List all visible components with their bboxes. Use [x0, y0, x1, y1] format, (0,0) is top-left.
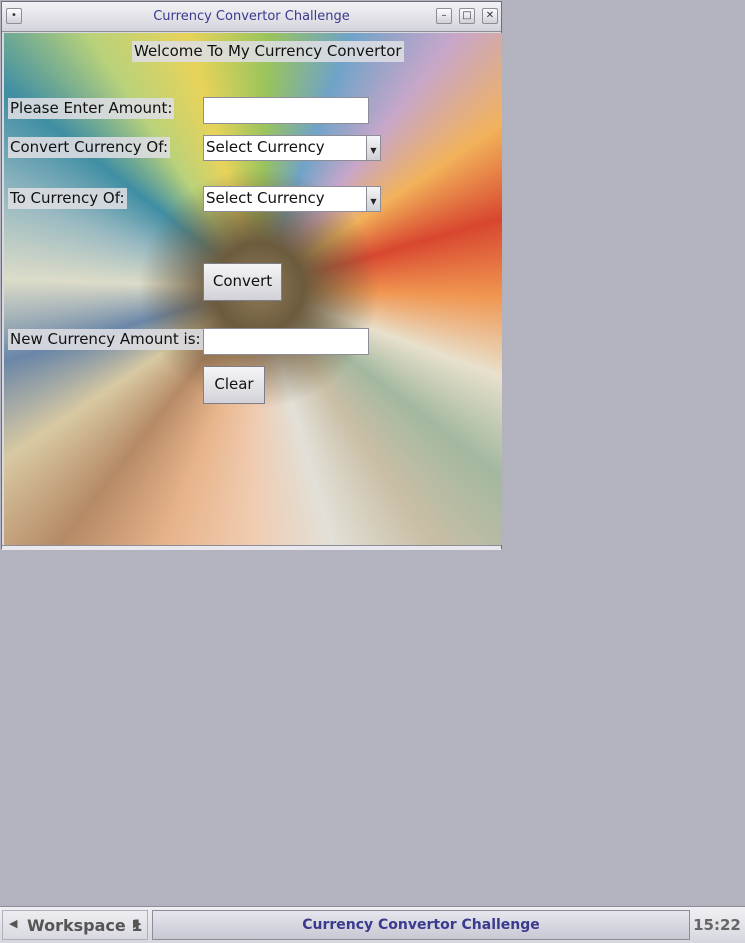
to-currency-label: To Currency Of:	[8, 188, 127, 209]
taskbar: ◀ Workspace 1 ▶ Currency Convertor Chall…	[0, 906, 745, 943]
close-icon[interactable]: ✕	[482, 8, 498, 24]
from-currency-selected: Select Currency	[206, 138, 325, 156]
from-currency-select[interactable]: Select Currency ▼	[203, 135, 381, 161]
app-window: • Currency Convertor Challenge – □ ✕ Wel…	[1, 1, 502, 550]
welcome-heading: Welcome To My Currency Convertor	[132, 41, 404, 62]
clear-button[interactable]: Clear	[203, 366, 265, 404]
window-title: Currency Convertor Challenge	[153, 9, 350, 24]
convert-button[interactable]: Convert	[203, 263, 282, 301]
amount-label: Please Enter Amount:	[8, 98, 175, 119]
result-label: New Currency Amount is:	[8, 329, 203, 350]
window-resize-handle[interactable]	[2, 545, 501, 550]
maximize-icon[interactable]: □	[459, 8, 475, 24]
to-currency-selected: Select Currency	[206, 189, 325, 207]
next-workspace-icon[interactable]: ▶	[133, 917, 141, 930]
workspace-switcher[interactable]: ◀ Workspace 1 ▶	[2, 910, 148, 940]
chevron-down-icon[interactable]: ▼	[366, 187, 380, 211]
title-bar[interactable]: • Currency Convertor Challenge – □ ✕	[2, 2, 501, 32]
minimize-icon[interactable]: –	[436, 8, 452, 24]
clock: 15:22	[693, 916, 741, 934]
chevron-down-icon[interactable]: ▼	[366, 136, 380, 160]
workspace-label: Workspace 1	[27, 916, 143, 935]
currency-background-panel: Welcome To My Currency Convertor Please …	[4, 33, 502, 545]
amount-input[interactable]	[203, 97, 369, 124]
prev-workspace-icon[interactable]: ◀	[9, 917, 17, 930]
from-currency-label: Convert Currency Of:	[8, 137, 171, 158]
to-currency-select[interactable]: Select Currency ▼	[203, 186, 381, 212]
taskbar-window-button[interactable]: Currency Convertor Challenge	[152, 910, 690, 940]
result-field[interactable]	[203, 328, 369, 355]
